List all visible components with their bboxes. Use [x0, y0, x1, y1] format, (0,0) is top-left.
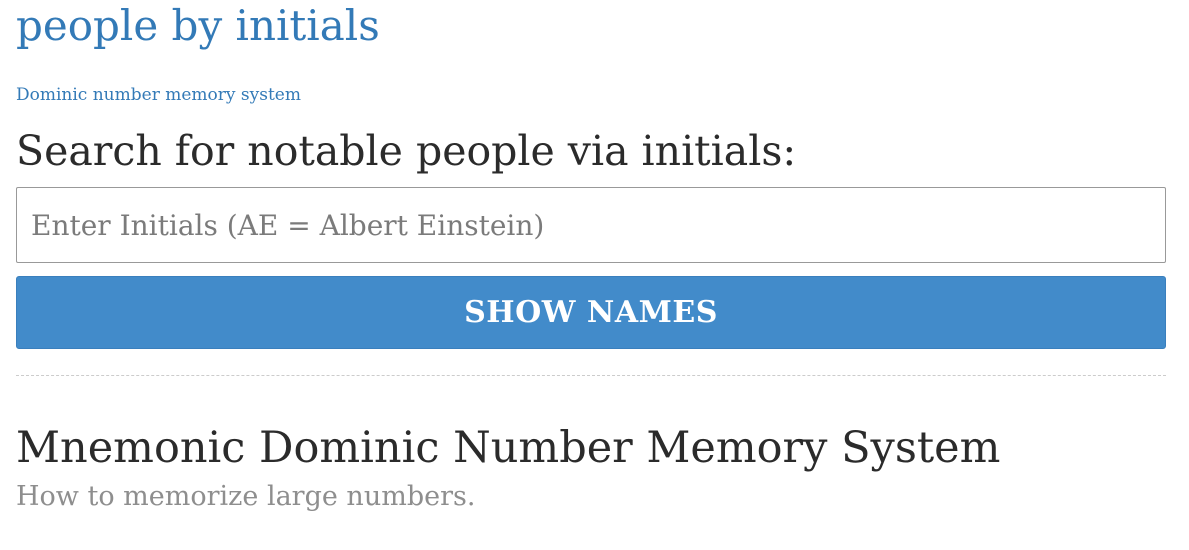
show-names-button[interactable]: SHOW NAMES [16, 276, 1166, 349]
article-title: Mnemonic Dominic Number Memory System [16, 423, 1001, 473]
search-heading: Search for notable people via initials: [16, 127, 797, 175]
site-subtitle-link[interactable]: Dominic number memory system [16, 83, 1166, 107]
article-subtitle: How to memorize large numbers. [16, 481, 476, 512]
section-divider [16, 375, 1166, 376]
page: people by initials Dominic number memory… [0, 0, 1189, 550]
site-title-link[interactable]: people by initials [16, 0, 1166, 57]
initials-search-input[interactable] [16, 187, 1166, 263]
